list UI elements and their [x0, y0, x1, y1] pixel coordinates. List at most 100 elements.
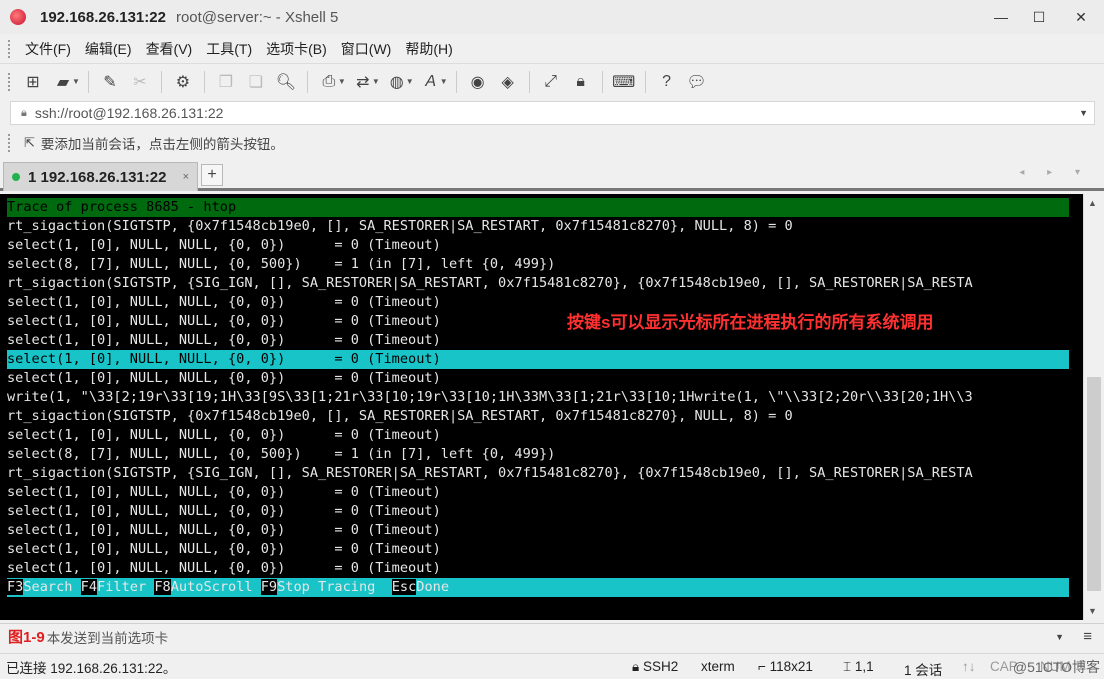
- fkey-f4-label: Filter: [97, 579, 155, 595]
- chat-icon[interactable]: 💬︎: [682, 69, 712, 95]
- fkey-f3[interactable]: F3: [7, 579, 24, 595]
- terminal-line: select(1, [0], NULL, NULL, {0, 0}) = 0 (…: [7, 332, 441, 348]
- address-dropdown-icon[interactable]: ▼: [1079, 108, 1088, 118]
- hint-bar: ⇱ 要添加当前会话，点击左侧的箭头按钮。: [0, 130, 1104, 156]
- print-caret-icon[interactable]: ▼: [338, 77, 346, 86]
- annotation-text: 按键s可以显示光标所在进程执行的所有系统调用: [567, 313, 934, 332]
- paste-icon[interactable]: ❏: [241, 69, 271, 95]
- window-title: 192.168.26.131:22 root@server:~ - Xshell …: [40, 9, 338, 26]
- status-protocol: 🔒︎ SSH2: [632, 659, 679, 674]
- keyboard-icon[interactable]: ⌨: [609, 69, 639, 95]
- toolbar-grip: [8, 72, 12, 91]
- menu-help[interactable]: 帮助(H): [398, 39, 459, 59]
- terminal-line: select(1, [0], NULL, NULL, {0, 0}) = 0 (…: [7, 370, 441, 386]
- compose-menu-icon[interactable]: ≡: [1083, 628, 1092, 645]
- scroll-thumb[interactable]: [1087, 377, 1101, 591]
- status-size: ⌐ 118x21: [758, 659, 813, 674]
- connected-status-icon: [12, 173, 20, 181]
- title-bar: 192.168.26.131:22 root@server:~ - Xshell …: [0, 0, 1104, 34]
- window-title-ip: 192.168.26.131:22: [40, 8, 166, 26]
- status-connected: 已连接 192.168.26.131:22。: [6, 660, 177, 676]
- minimize-button[interactable]: —: [982, 0, 1020, 34]
- terminal-line: select(1, [0], NULL, NULL, {0, 0}) = 0 (…: [7, 484, 441, 500]
- hint-text: 要添加当前会话，点击左侧的箭头按钮。: [40, 137, 284, 152]
- scroll-down-icon[interactable]: ▼: [1088, 606, 1097, 616]
- xftp-icon[interactable]: ◉: [463, 69, 493, 95]
- tab-session-1[interactable]: 1 192.168.26.131:22 ×: [3, 162, 198, 191]
- fkey-f8[interactable]: F8: [154, 579, 171, 595]
- terminal-line: select(1, [0], NULL, NULL, {0, 0}) = 0 (…: [7, 503, 441, 519]
- tab-close-icon[interactable]: ×: [183, 171, 189, 183]
- fkey-f9[interactable]: F9: [260, 579, 278, 595]
- lock-icon: 🔒︎: [21, 106, 27, 119]
- terminal-line: rt_sigaction(SIGTSTP, {0x7f1548cb19e0, […: [7, 408, 793, 424]
- status-sessions: 1 会话: [904, 663, 943, 678]
- new-session-icon[interactable]: ⊞: [18, 69, 48, 95]
- scroll-up-icon[interactable]: ▲: [1088, 198, 1097, 208]
- reconnect-icon[interactable]: ✎: [95, 69, 125, 95]
- menu-view[interactable]: 查看(V): [139, 39, 200, 59]
- fkey-f3-label: Search: [23, 579, 81, 595]
- terminal-line: select(1, [0], NULL, NULL, {0, 0}) = 0 (…: [7, 237, 441, 253]
- menu-tools[interactable]: 工具(T): [199, 39, 259, 59]
- terminal-line: write(1, "\33[2;19r\33[19;1H\33[9S\33[1;…: [7, 389, 973, 405]
- xmanager-icon[interactable]: ◈: [493, 69, 523, 95]
- fkey-esc[interactable]: Esc: [391, 579, 417, 595]
- find-icon[interactable]: 🔍︎: [271, 69, 301, 95]
- lock-icon[interactable]: 🔒︎: [566, 69, 596, 95]
- disconnect-icon[interactable]: ✂: [125, 69, 155, 95]
- status-protocol-label: SSH2: [642, 659, 679, 674]
- watermark: @51CTO博客: [1012, 659, 1100, 675]
- hint-grip: [8, 134, 12, 152]
- status-arrows: ↑↓: [962, 659, 976, 674]
- open-caret-icon[interactable]: ▼: [72, 77, 80, 86]
- menu-edit[interactable]: 编辑(E): [78, 39, 139, 59]
- terminal-line: select(1, [0], NULL, NULL, {0, 0}) = 0 (…: [7, 522, 441, 538]
- figure-label: 图1-9: [8, 629, 45, 646]
- help-icon[interactable]: ?: [652, 69, 682, 95]
- terminal-line: rt_sigaction(SIGTSTP, {SIG_IGN, [], SA_R…: [7, 275, 973, 291]
- status-size-label: 118x21: [769, 659, 813, 674]
- terminal-line: rt_sigaction(SIGTSTP, {SIG_IGN, [], SA_R…: [7, 465, 973, 481]
- menu-grip: [8, 39, 12, 58]
- compose-dropdown-icon[interactable]: ▼: [1055, 632, 1064, 642]
- trace-header: Trace of process 8685 - htop: [7, 198, 1069, 217]
- menu-file[interactable]: 文件(F): [18, 39, 78, 59]
- tab-label: 1 192.168.26.131:22: [28, 168, 167, 186]
- terminal-scrollbar[interactable]: ▲ ▼: [1083, 194, 1104, 620]
- function-key-bar: F3Search F4Filter F8AutoScroll F9Stop Tr…: [7, 578, 1069, 597]
- terminal-line: select(1, [0], NULL, NULL, {0, 0}) = 0 (…: [7, 541, 441, 557]
- address-value: ssh://root@192.168.26.131:22: [34, 105, 224, 121]
- fullscreen-icon[interactable]: ⤢: [536, 69, 566, 95]
- add-tab-button[interactable]: +: [201, 164, 223, 186]
- status-bar: 已连接 192.168.26.131:22。 🔒︎ SSH2 xterm ⌐ 1…: [0, 653, 1104, 679]
- terminal-line: select(8, [7], NULL, NULL, {0, 500}) = 1…: [7, 256, 556, 272]
- terminal-line: rt_sigaction(SIGTSTP, {0x7f1548cb19e0, […: [7, 218, 793, 234]
- toolbar: ⊞ ▰ ▼ ✎ ✂ ⚙ ❐ ❏ 🔍︎ ⎙ ▼ ⇄ ▼ ◍ ▼ A ▼ ◉ ◈ ⤢ 🔒︎ ⌨…: [0, 63, 1104, 99]
- status-cursor: ⌶ 1,1: [843, 659, 874, 674]
- menu-bar: 文件(F) 编辑(E) 查看(V) 工具(T) 选项卡(B) 窗口(W) 帮助(…: [0, 35, 1104, 62]
- status-cursor-label: 1,1: [854, 659, 874, 674]
- address-bar[interactable]: 🔒︎ ssh://root@192.168.26.131:22 ▼: [10, 101, 1095, 125]
- properties-icon[interactable]: ⚙: [168, 69, 198, 95]
- terminal-line: select(1, [0], NULL, NULL, {0, 0}) = 0 (…: [7, 427, 441, 443]
- add-session-arrow-icon[interactable]: ⇱: [24, 135, 35, 151]
- fkey-f4[interactable]: F4: [80, 579, 98, 595]
- fkey-f9-label: Stop Tracing: [277, 579, 392, 595]
- menu-window[interactable]: 窗口(W): [334, 39, 399, 59]
- terminal-line: select(1, [0], NULL, NULL, {0, 0}) = 0 (…: [7, 560, 441, 576]
- copy-icon[interactable]: ❐: [211, 69, 241, 95]
- compose-hint: 本发送到当前选项卡: [46, 630, 169, 646]
- maximize-button[interactable]: ☐: [1020, 0, 1058, 34]
- xshell-logo-icon: [10, 9, 26, 25]
- window-title-subtitle: root@server:~ - Xshell 5: [175, 8, 339, 26]
- fkey-f8-label: AutoScroll: [170, 579, 261, 595]
- menu-tabs[interactable]: 选项卡(B): [259, 39, 334, 59]
- globe-caret-icon[interactable]: ▼: [406, 77, 414, 86]
- compose-bar[interactable]: 图1-9 本发送到当前选项卡 ▼ ≡: [0, 623, 1104, 649]
- transfer-caret-icon[interactable]: ▼: [372, 77, 380, 86]
- close-button[interactable]: ✕: [1058, 0, 1104, 34]
- terminal[interactable]: Trace of process 8685 - htop rt_sigactio…: [0, 194, 1083, 620]
- font-caret-icon[interactable]: ▼: [440, 77, 448, 86]
- tab-nav-arrows[interactable]: ◂ ▸ ▾: [1019, 167, 1090, 178]
